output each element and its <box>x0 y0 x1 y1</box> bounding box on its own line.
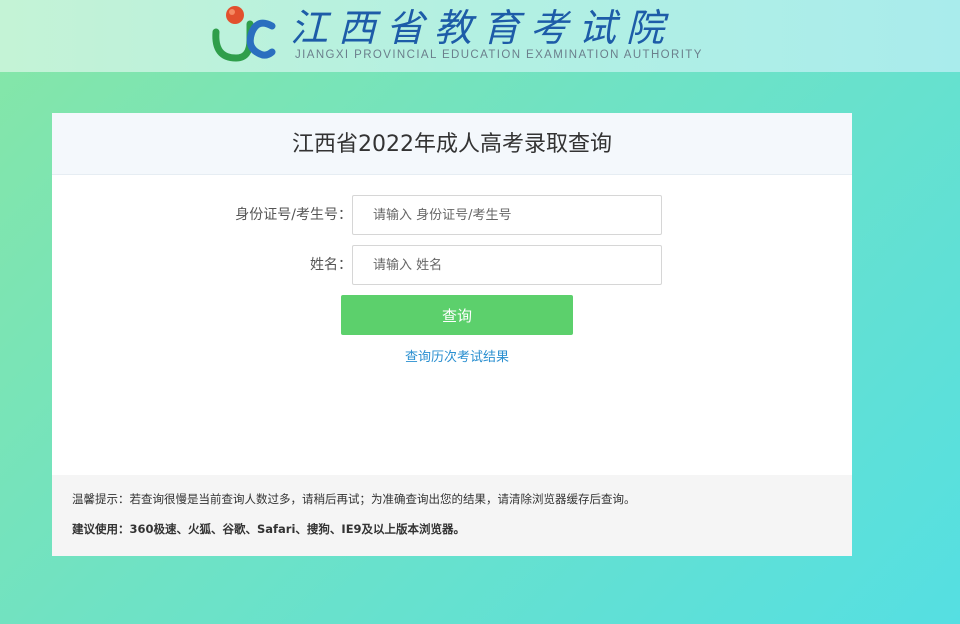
notice-text: 温馨提示：若查询很慢是当前查询人数过多，请稍后再试；为准确查询出您的结果，请清除… <box>72 492 636 506</box>
name-input[interactable] <box>352 245 662 285</box>
page-title: 江西省2022年成人高考录取查询 <box>292 132 612 157</box>
header-band: 江西省教育考试院 JIANGXI PROVINCIAL EDUCATION EX… <box>0 0 960 72</box>
browser-recommendation: 建议使用：360极速、火狐、谷歌、Safari、搜狗、IE9及以上版本浏览器。 <box>72 522 466 536</box>
query-button[interactable]: 查询 <box>341 295 573 335</box>
id-number-input[interactable] <box>352 195 662 235</box>
id-row: 身份证号/考生号： <box>52 195 852 235</box>
name-label: 姓名： <box>310 257 352 273</box>
name-row: 姓名： <box>52 245 852 285</box>
panel-header: 江西省2022年成人高考录取查询 <box>52 113 852 175</box>
history-results-link[interactable]: 查询历次考试结果 <box>52 346 862 365</box>
id-label: 身份证号/考生号： <box>235 207 352 223</box>
logo: 江西省教育考试院 JIANGXI PROVINCIAL EDUCATION EX… <box>206 2 706 68</box>
query-panel: 江西省2022年成人高考录取查询 身份证号/考生号： 姓名： 查询 查询历次考试… <box>52 113 852 556</box>
logo-mark-icon <box>212 6 276 62</box>
logo-english-text: JIANGXI PROVINCIAL EDUCATION EXAMINATION… <box>295 49 703 61</box>
logo-chinese-text: 江西省教育考试院 <box>290 6 675 50</box>
tips-box: 温馨提示：若查询很慢是当前查询人数过多，请稍后再试；为准确查询出您的结果，请清除… <box>52 475 852 556</box>
